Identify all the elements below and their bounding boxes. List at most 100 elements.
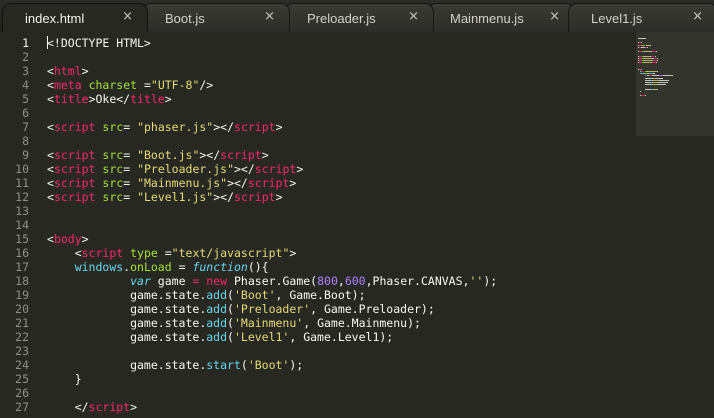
code-line[interactable]: <meta charset ="UTF-8"/> xyxy=(47,78,213,92)
editor-window: Mainmenu.js × Level1.js × Preloader.js ×… xyxy=(0,0,714,418)
tab-mainmenu-js[interactable]: Mainmenu.js × xyxy=(427,3,575,32)
minimap-stroke xyxy=(653,73,656,75)
code-line[interactable]: <script src= "Preloader.js"></script> xyxy=(47,162,303,176)
line-number: 4 xyxy=(22,78,29,92)
code-line[interactable]: <script type ="text/javascript"> xyxy=(47,246,297,260)
line-number: 13 xyxy=(15,204,29,218)
minimap-stroke xyxy=(638,38,647,39)
code-area[interactable]: <!DOCTYPE HTML> <html> <meta charset ="UTF… xyxy=(47,32,632,418)
code-editor[interactable]: 1 2 3 4 5 6 7 8 9 10 11 12 13 14 15 16 17 18 19 20 21 22 23 24 2… xyxy=(0,32,714,418)
code-token: script xyxy=(81,246,124,260)
line-number: 19 xyxy=(15,288,29,302)
tab-label: Mainmenu.js xyxy=(450,11,524,26)
close-icon[interactable]: × xyxy=(408,9,419,25)
code-token: < xyxy=(47,232,54,246)
line-number: 6 xyxy=(22,106,29,120)
code-token: > xyxy=(289,246,297,260)
code-token: ); xyxy=(483,274,498,288)
minimap-stroke xyxy=(644,57,653,59)
code-token: > xyxy=(81,232,89,246)
code-token: "Mainmenu.js" xyxy=(137,176,228,190)
code-token: , xyxy=(337,274,345,288)
code-token: script xyxy=(53,148,96,162)
code-token: < xyxy=(47,176,54,190)
code-token: > xyxy=(261,148,269,162)
code-token: 'Preloader' xyxy=(233,302,311,316)
code-line[interactable]: </script> xyxy=(47,400,137,414)
code-token: (){ xyxy=(247,260,269,274)
line-number: 23 xyxy=(15,344,29,358)
code-line[interactable]: <script src= "Mainmenu.js"></script> xyxy=(47,176,296,190)
code-line[interactable]: } xyxy=(47,372,82,386)
code-line[interactable]: game.state.add('Preloader', Game.Preload… xyxy=(47,302,435,316)
code-token: script xyxy=(53,190,96,204)
close-icon[interactable]: × xyxy=(549,9,560,25)
minimap-stroke xyxy=(640,68,642,70)
code-line[interactable]: game.state.start('Boot'); xyxy=(47,358,303,372)
tab-label: Boot.js xyxy=(165,11,205,26)
minimap-stroke xyxy=(650,44,652,46)
code-line[interactable]: <html> xyxy=(47,64,89,78)
code-token: ></ xyxy=(213,120,235,134)
code-line[interactable]: <script src= "Level1.js"></script> xyxy=(47,190,283,204)
minimap[interactable] xyxy=(636,32,714,136)
code-token: = xyxy=(171,260,193,274)
code-token: > xyxy=(296,162,304,176)
code-token: 'Boot' xyxy=(247,358,290,372)
code-line[interactable]: game.state.add('Level1', Game.Level1); xyxy=(47,330,393,344)
code-line[interactable]: <!DOCTYPE HTML> xyxy=(47,36,151,50)
code-token: src xyxy=(102,120,124,134)
code-line[interactable]: windows.onLoad = function(){ xyxy=(47,260,269,274)
code-token: = xyxy=(123,148,138,162)
close-icon[interactable]: × xyxy=(264,9,275,25)
code-token: "text/javascript" xyxy=(171,246,290,260)
code-token: add xyxy=(206,288,228,302)
code-token: 'Level1' xyxy=(233,330,290,344)
tab-preloader-js[interactable]: Preloader.js × xyxy=(284,3,434,32)
tab-label: index.html xyxy=(25,11,85,26)
code-token: > xyxy=(275,120,283,134)
close-icon[interactable]: × xyxy=(122,9,133,25)
code-token: } xyxy=(47,372,82,386)
code-line[interactable]: game.state.add('Mainmenu', Game.Mainmenu… xyxy=(47,316,421,330)
line-number-gutter: 1 2 3 4 5 6 7 8 9 10 11 12 13 14 15 16 17 18 19 20 21 22 23 24 2… xyxy=(0,32,42,418)
tab-boot-js[interactable]: Boot.js × xyxy=(142,3,290,32)
line-number: 24 xyxy=(15,358,29,372)
line-number: 1 xyxy=(22,36,29,50)
close-icon[interactable]: × xyxy=(692,9,703,25)
tab-bar: Mainmenu.js × Level1.js × Preloader.js ×… xyxy=(0,0,714,32)
minimap-stroke xyxy=(644,95,646,97)
code-token: body xyxy=(53,232,82,246)
line-number: 8 xyxy=(22,134,29,148)
minimap-stroke xyxy=(657,57,659,59)
code-token: "Preloader.js" xyxy=(137,162,234,176)
code-token: ( xyxy=(240,358,248,372)
tab-index-html[interactable]: index.html × xyxy=(2,3,148,32)
minimap-stroke xyxy=(654,55,656,57)
code-line[interactable]: game.state.add('Boot', Game.Boot); xyxy=(47,288,365,302)
minimap-stroke xyxy=(662,75,671,77)
minimap-stroke xyxy=(657,71,659,72)
code-line[interactable]: <script src= "Boot.js"></script> xyxy=(47,148,269,162)
line-number: 15 xyxy=(15,232,29,246)
line-number: 17 xyxy=(15,260,29,274)
code-line[interactable]: var game = new Phaser.Game(800,600,Phase… xyxy=(47,274,497,288)
code-token: < xyxy=(47,190,54,204)
code-token: "Level1.js" xyxy=(137,190,214,204)
code-token: , Game.Level1); xyxy=(289,330,394,344)
code-token: script xyxy=(234,190,276,204)
code-token: windows xyxy=(74,260,124,274)
code-token: type xyxy=(130,246,158,260)
minimap-stroke xyxy=(656,60,658,61)
code-token: meta xyxy=(53,78,82,92)
tab-level1-js[interactable]: Level1.js × xyxy=(568,3,714,32)
code-token: game.state. xyxy=(47,302,207,316)
code-line[interactable]: <script src= "phaser.js"></script> xyxy=(47,120,283,134)
code-token: add xyxy=(206,302,228,316)
code-line[interactable]: <body> xyxy=(47,232,89,246)
code-token: ( xyxy=(227,288,234,302)
code-line[interactable]: <title>Oke</title> xyxy=(47,92,172,106)
minimap-stroke xyxy=(638,60,642,61)
code-token: script xyxy=(220,148,262,162)
minimap-stroke xyxy=(656,77,664,79)
